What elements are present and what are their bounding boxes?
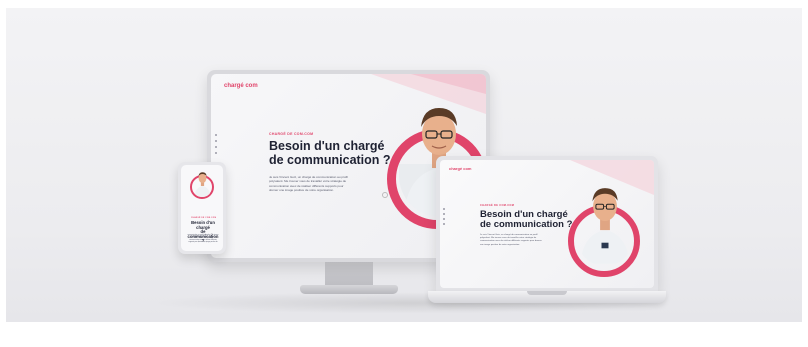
laptop-side-nav-dots[interactable]: [443, 208, 445, 225]
laptop-headline-line2: de communication ?: [480, 219, 573, 231]
hero-headline-line1: Besoin d'un chargé: [269, 139, 385, 153]
monitor-stand-base: [300, 285, 398, 294]
laptop-headline-line1: Besoin d'un chargé: [480, 209, 568, 220]
laptop-person-illustration: [580, 188, 630, 264]
laptop-hero-eyebrow: CHARGÉ DE COM.COM: [480, 204, 515, 207]
monitor-stand-neck: [325, 262, 373, 286]
mobile-person-illustration: [194, 172, 211, 197]
mobile-headline-line1: Besoin d'un chargé: [191, 220, 215, 230]
mobile-portrait-photo: [193, 169, 212, 197]
scroll-indicator[interactable]: [382, 192, 388, 198]
laptop-hinge-notch: [527, 291, 567, 295]
mobile-phone: CHARGÉ DE COM.COM Besoin d'un chargé de …: [178, 162, 226, 254]
laptop-hero-intro-text: Je suis Vincent Guiz, un chargé de commu…: [480, 234, 542, 246]
mobile-eyebrow: CHARGÉ DE COM.COM: [191, 217, 217, 219]
mobile-intro-text: Je suis Vincent Guiz, un chargé de commu…: [187, 233, 219, 243]
laptop-site-logo[interactable]: chargé com: [449, 166, 471, 171]
laptop: chargé com CHARGÉ DE COM.COM Besoin d'un…: [436, 156, 658, 292]
laptop-screen: chargé com CHARGÉ DE COM.COM Besoin d'un…: [440, 160, 654, 288]
mobile-screen: CHARGÉ DE COM.COM Besoin d'un chargé de …: [181, 165, 223, 251]
hero-intro-text: Je suis Vincent Guiz, un chargé de commu…: [269, 175, 348, 193]
laptop-portrait-photo: [577, 176, 633, 266]
hero-headline: Besoin d'un chargé de communication ?: [269, 139, 409, 168]
hero-headline-line2: de communication ?: [269, 152, 391, 167]
side-nav-dots[interactable]: [215, 134, 217, 154]
hero-eyebrow: CHARGÉ DE COM.COM: [269, 132, 314, 136]
site-logo[interactable]: chargé com: [224, 83, 258, 89]
